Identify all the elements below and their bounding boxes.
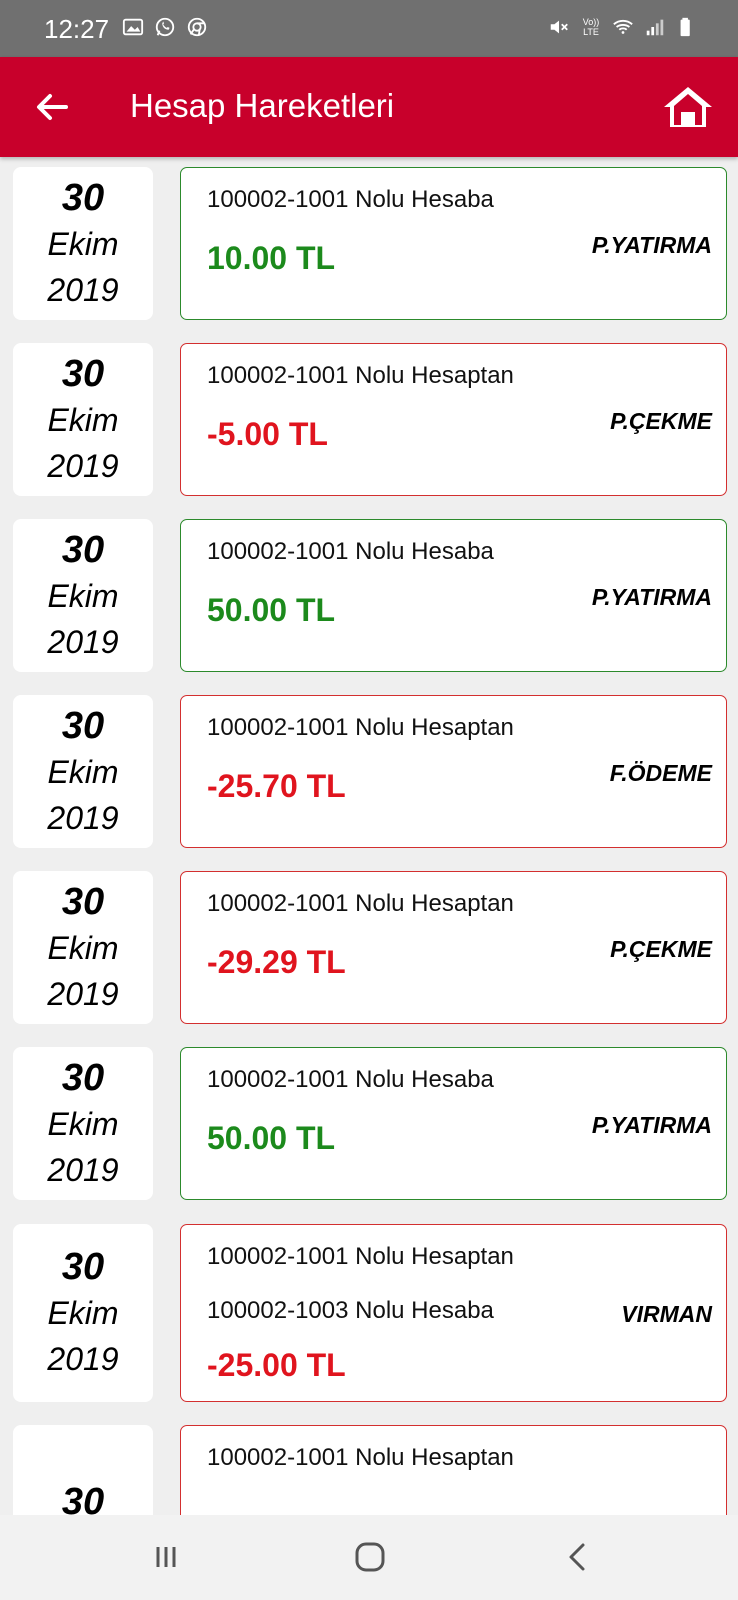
signal-icon [646, 19, 664, 36]
back-chevron-icon[interactable] [556, 1537, 600, 1577]
transaction-row[interactable]: 30 Ekim 2019 100002-1001 Nolu Hesaba 50.00 T… [0, 1047, 738, 1200]
home-circle-icon[interactable] [348, 1537, 392, 1577]
transaction-description: 100002-1001 Nolu Hesaptan [207, 362, 514, 389]
back-arrow-icon[interactable] [30, 85, 74, 129]
transaction-card[interactable]: 100002-1001 Nolu Hesaptan 100002-1003 Nol… [180, 1224, 727, 1402]
status-time: 12:27 [44, 14, 110, 44]
transaction-description: 100002-1001 Nolu Hesaba [207, 186, 494, 213]
date-card: 30 Ekim 2019 [13, 1224, 153, 1402]
date-day: 30 [61, 528, 105, 571]
transaction-card[interactable]: 100002-1001 Nolu Hesaba 50.00 TL P.YATIRMA [180, 1047, 727, 1200]
transaction-type: VIRMAN [621, 1301, 712, 1327]
transaction-card[interactable]: 100002-1001 Nolu Hesaba 10.00 TL P.YATIRMA [180, 167, 727, 320]
date-month: Ekim [47, 577, 119, 614]
date-card: 30 Ekim 2019 [13, 1047, 153, 1200]
wifi-icon [613, 19, 633, 34]
transaction-list[interactable]: 30 Ekim 2019 100002-1001 Nolu Hesaba 10.00 T… [0, 157, 738, 1515]
date-month: Ekim [47, 225, 119, 262]
transaction-type: P.ÇEKME [610, 408, 712, 434]
transaction-description: 100002-1001 Nolu Hesaptan [207, 714, 514, 741]
date-card: 30 Ekim 2019 [13, 167, 153, 320]
transaction-card[interactable]: 100002-1001 Nolu Hesaba 50.00 TL P.YATIRMA [180, 519, 727, 672]
transaction-row[interactable]: 30 Ekim 2019 100002-1001 Nolu Hesaptan -29.2… [0, 871, 738, 1024]
date-month: Ekim [47, 1105, 119, 1142]
date-month: Ekim [47, 753, 119, 790]
transaction-amount: -5.00 TL [207, 416, 328, 452]
mute-icon [550, 20, 568, 34]
date-day: 30 [61, 176, 105, 219]
status-left-icons [122, 16, 208, 38]
home-icon[interactable] [662, 83, 714, 131]
transaction-amount: 50.00 TL [207, 592, 336, 628]
transaction-type: P.ÇEKME [610, 936, 712, 962]
date-year: 2019 [47, 447, 119, 484]
volte-icon: Vo)) LTE [582, 17, 600, 37]
transaction-row[interactable]: 30 Ekim 2019 100002-1001 Nolu Hesaba 10.00 T… [0, 167, 738, 320]
transaction-description: 100002-1001 Nolu Hesaptan [207, 1444, 514, 1471]
date-card: 30 Ekim 2019 [13, 695, 153, 848]
date-card: 30 Ekim 2019 [13, 519, 153, 672]
chrome-icon [187, 17, 207, 37]
transaction-type: F.ÖDEME [609, 760, 712, 786]
transaction-amount: 10.00 TL [207, 240, 336, 276]
transaction-amount: -25.70 TL [207, 768, 346, 804]
date-month: Ekim [47, 1295, 119, 1331]
transaction-row[interactable]: 30 Ekim 2019 100002-1001 Nolu Hesaptan 10000… [0, 1224, 738, 1402]
date-month: Ekim [47, 929, 119, 966]
date-card: 30 Ekim 2019 [13, 343, 153, 496]
whatsapp-icon [155, 17, 175, 37]
date-year: 2019 [47, 623, 119, 660]
transaction-amount: -29.29 TL [207, 944, 346, 980]
image-icon [122, 18, 144, 36]
transaction-description: 100002-1003 Nolu Hesaba [207, 1297, 494, 1324]
status-right-icons: Vo)) LTE [548, 16, 698, 38]
date-year: 2019 [47, 975, 119, 1012]
transaction-description: 100002-1001 Nolu Hesaptan [207, 1243, 514, 1270]
date-card: 30 Ekim 2019 [13, 871, 153, 1024]
app-bar: Hesap Hareketleri [0, 57, 738, 157]
date-year: 2019 [47, 1151, 119, 1188]
transaction-type: P.YATIRMA [591, 232, 712, 258]
transaction-amount: -25.00 TL [207, 1347, 346, 1383]
transaction-description: 100002-1001 Nolu Hesaba [207, 1066, 494, 1093]
date-day: 30 [61, 704, 105, 747]
transaction-type: P.YATIRMA [591, 584, 712, 610]
system-nav-bar [0, 1515, 738, 1600]
battery-icon [680, 17, 690, 37]
page-title: Hesap Hareketleri [130, 87, 395, 124]
transaction-row[interactable]: 30 Ekim 2019 100002-1001 Nolu Hesaba 50.00 T… [0, 519, 738, 672]
transaction-amount: 50.00 TL [207, 1120, 336, 1156]
date-year: 2019 [47, 271, 119, 308]
transaction-description: 100002-1001 Nolu Hesaba [207, 538, 494, 565]
date-day: 30 [61, 352, 105, 395]
transaction-row[interactable]: 30 100002-1001 Nolu Hesaptan [0, 1425, 738, 1515]
date-day: 30 [61, 880, 105, 923]
transaction-card[interactable]: 100002-1001 Nolu Hesaptan -25.70 TL F.ÖDEM… [180, 695, 727, 848]
transaction-card[interactable]: 100002-1001 Nolu Hesaptan -29.29 TL P.ÇEKM… [180, 871, 727, 1024]
date-day: 30 [61, 1056, 105, 1099]
date-day: 30 [61, 1246, 105, 1288]
recents-icon[interactable] [144, 1537, 188, 1577]
transaction-card[interactable]: 100002-1001 Nolu Hesaptan [180, 1425, 727, 1515]
transaction-row[interactable]: 30 Ekim 2019 100002-1001 Nolu Hesaptan -25.7… [0, 695, 738, 848]
transaction-description: 100002-1001 Nolu Hesaptan [207, 890, 514, 917]
status-bar: 12:27 Vo)) LTE [0, 0, 738, 57]
transaction-type: P.YATIRMA [591, 1112, 712, 1138]
date-year: 2019 [47, 1341, 119, 1377]
date-year: 2019 [47, 799, 119, 836]
transaction-row[interactable]: 30 Ekim 2019 100002-1001 Nolu Hesaptan -5.00… [0, 343, 738, 496]
date-month: Ekim [47, 401, 119, 438]
date-card: 30 [13, 1425, 153, 1515]
transaction-card[interactable]: 100002-1001 Nolu Hesaptan -5.00 TL P.ÇEKME [180, 343, 727, 496]
date-day: 30 [61, 1480, 105, 1516]
